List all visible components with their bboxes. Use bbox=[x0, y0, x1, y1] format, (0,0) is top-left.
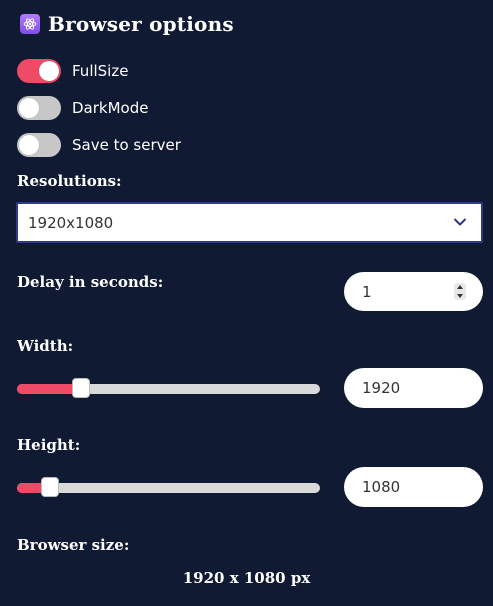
height-input-value: 1080 bbox=[362, 478, 401, 496]
fullsize-label: FullSize bbox=[72, 62, 129, 80]
slider-thumb[interactable] bbox=[40, 477, 59, 497]
delay-input-value: 1 bbox=[362, 282, 372, 301]
page-title: Browser options bbox=[48, 12, 234, 36]
delay-input[interactable]: 1 bbox=[344, 272, 483, 311]
slider-track bbox=[17, 483, 320, 493]
save-to-server-label: Save to server bbox=[72, 136, 181, 154]
resolutions-label: Resolutions: bbox=[17, 172, 122, 190]
save-to-server-toggle-row[interactable]: Save to server bbox=[17, 132, 181, 158]
fullsize-toggle-row[interactable]: FullSize bbox=[17, 58, 128, 84]
number-spinner[interactable] bbox=[454, 283, 466, 300]
chevron-down-icon bbox=[454, 218, 466, 226]
darkmode-toggle[interactable] bbox=[17, 96, 61, 120]
darkmode-toggle-row[interactable]: DarkMode bbox=[17, 95, 148, 121]
darkmode-label: DarkMode bbox=[72, 99, 149, 117]
width-input-value: 1920 bbox=[362, 379, 401, 397]
delay-label: Delay in seconds: bbox=[17, 273, 164, 291]
save-to-server-toggle[interactable] bbox=[17, 133, 61, 157]
spinner-up-icon[interactable] bbox=[457, 285, 463, 289]
toggle-knob bbox=[39, 61, 59, 81]
resolution-select[interactable]: 1920x1080 bbox=[16, 202, 483, 243]
atom-icon bbox=[20, 14, 40, 34]
browser-size-value: 1920 x 1080 px bbox=[182, 569, 311, 587]
spinner-down-icon[interactable] bbox=[457, 294, 463, 298]
width-input[interactable]: 1920 bbox=[344, 368, 483, 408]
fullsize-toggle[interactable] bbox=[17, 59, 61, 83]
browser-size-label: Browser size: bbox=[17, 536, 130, 554]
width-slider[interactable] bbox=[17, 378, 320, 398]
height-label: Height: bbox=[17, 436, 81, 454]
height-slider[interactable] bbox=[17, 477, 320, 497]
panel-header: Browser options bbox=[20, 12, 234, 36]
resolution-select-value: 1920x1080 bbox=[28, 213, 114, 232]
width-label: Width: bbox=[17, 337, 74, 355]
height-input[interactable]: 1080 bbox=[344, 467, 483, 507]
slider-thumb[interactable] bbox=[71, 378, 90, 398]
toggle-knob bbox=[19, 98, 39, 118]
toggle-knob bbox=[19, 135, 39, 155]
